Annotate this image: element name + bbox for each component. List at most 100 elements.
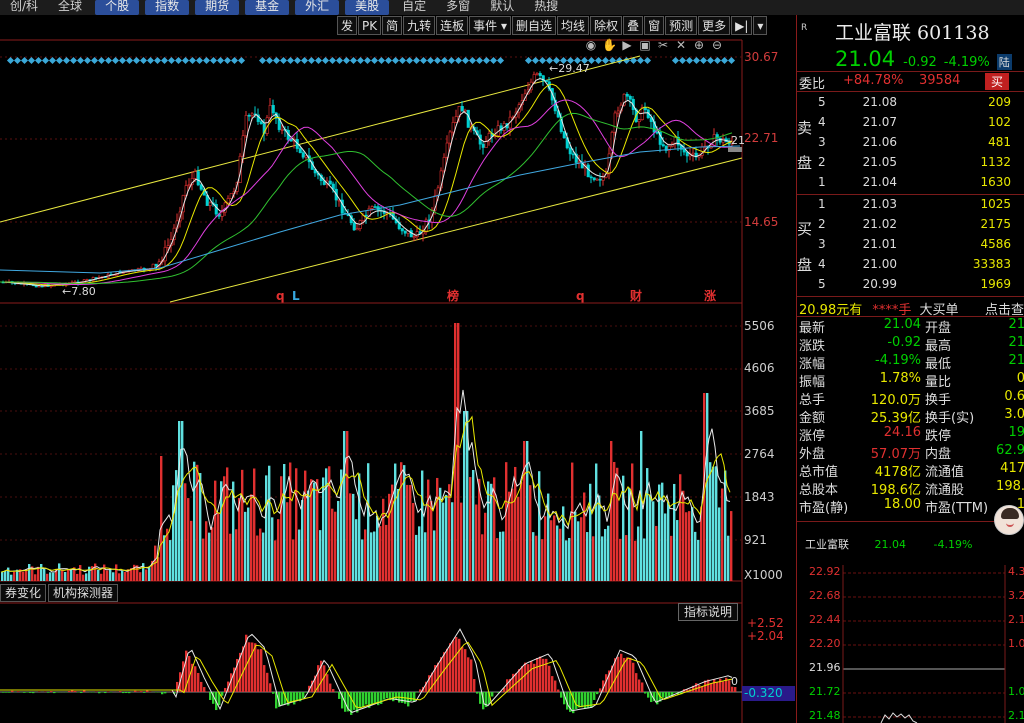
macd-histogram-bar xyxy=(551,676,554,692)
toolbar-button-2[interactable]: 简 xyxy=(382,16,403,35)
zoom-out-icon[interactable]: ⊖ xyxy=(710,38,724,52)
candle-body xyxy=(208,202,212,206)
toolbar-button-13[interactable]: ▶| xyxy=(731,16,753,35)
mini-price-label: 22.20 xyxy=(809,637,841,650)
macd-histogram-bar xyxy=(632,662,635,692)
candle-body xyxy=(592,177,596,181)
bid-volume: 2175 xyxy=(980,217,1011,231)
ask-volume: 102 xyxy=(988,115,1011,129)
bid-price: 20.99 xyxy=(862,277,897,291)
ask-level-row[interactable]: 3 21.06 481 xyxy=(797,135,1024,153)
volume-bar xyxy=(187,498,190,581)
signal-diamond xyxy=(524,56,533,65)
stat-value: 3.0 xyxy=(1004,407,1024,422)
macd-histogram-bar xyxy=(539,656,542,692)
volume-bar xyxy=(70,568,73,581)
event-marker[interactable]: 榜 xyxy=(447,288,459,303)
volume-bar xyxy=(553,515,556,581)
ask-level: 1 xyxy=(818,175,826,189)
volume-bar xyxy=(112,572,115,581)
volume-bar xyxy=(49,572,52,581)
signal-diamond xyxy=(363,56,372,65)
event-marker[interactable]: 涨 xyxy=(704,288,716,303)
candle-body xyxy=(352,222,356,231)
toolbar-button-11[interactable]: 预测 xyxy=(665,16,698,35)
event-marker[interactable]: q xyxy=(276,289,285,303)
stat-row: 外盘 57.07万 内盘 62.9 xyxy=(799,443,1024,462)
volume-bar xyxy=(568,537,571,581)
subchart-tab-1[interactable]: 机构探测器 xyxy=(48,584,119,602)
volume-bar xyxy=(583,492,586,581)
play-circle-icon[interactable]: ▶ xyxy=(620,38,634,52)
bid-level-row[interactable]: 5 20.99 1969 xyxy=(797,277,1024,295)
hand-icon[interactable]: ✋ xyxy=(602,38,617,52)
toolbar-button-6[interactable]: 删自选 xyxy=(512,16,557,35)
toolbar-button-0[interactable]: 发 xyxy=(337,16,358,35)
signal-diamond xyxy=(258,56,267,65)
signal-diamond xyxy=(412,56,421,65)
ask-level-row[interactable]: 1 21.04 1630 xyxy=(797,175,1024,193)
buy-button[interactable]: 买 xyxy=(985,73,1010,90)
toolbar-button-8[interactable]: 除权 xyxy=(590,16,623,35)
mini-pct-label: 1.0 xyxy=(1008,685,1024,698)
stat-label: 最高 xyxy=(925,339,952,354)
macd-histogram-bar xyxy=(104,692,107,694)
signal-diamond xyxy=(104,56,113,65)
volume-bar xyxy=(277,519,280,581)
zoom-in-icon[interactable]: ⊕ xyxy=(692,38,706,52)
toolbar-button-4[interactable]: 连板 xyxy=(436,16,469,35)
ask-level-row[interactable]: 5 21.08 209 xyxy=(797,95,1024,113)
bid-level-row[interactable]: 4 21.00 33383 xyxy=(797,257,1024,275)
event-marker[interactable]: 财 xyxy=(629,288,642,303)
toolbar-button-5[interactable]: 事件 ▾ xyxy=(469,16,512,35)
volume-bar xyxy=(625,535,628,581)
toolbar-button-9[interactable]: 叠 xyxy=(623,16,644,35)
volume-bar xyxy=(118,573,121,581)
macd-histogram-bar xyxy=(383,692,386,700)
cross-icon[interactable]: ✕ xyxy=(674,38,688,52)
macd-histogram-bar xyxy=(719,678,722,692)
toolbar-button-10[interactable]: 窗 xyxy=(644,16,665,35)
signal-diamond xyxy=(223,56,232,65)
volume-bar xyxy=(385,524,388,581)
volume-bar xyxy=(529,485,532,581)
assistant-avatar[interactable] xyxy=(994,505,1024,535)
volume-bar xyxy=(139,572,142,581)
volume-bar xyxy=(589,483,592,581)
ask-level-row[interactable]: 4 21.07 102 xyxy=(797,115,1024,133)
candle-body xyxy=(589,176,593,179)
toolbar-button-7[interactable]: 均线 xyxy=(557,16,590,35)
volume-bar xyxy=(274,540,277,581)
volume-bar xyxy=(265,475,268,581)
bid-level-row[interactable]: 2 21.02 2175 xyxy=(797,217,1024,235)
ask-level-row[interactable]: 2 21.05 1132 xyxy=(797,155,1024,173)
event-marker[interactable]: q xyxy=(576,289,585,303)
image-icon[interactable]: ▣ xyxy=(638,38,652,52)
volume-bar xyxy=(418,526,421,581)
eye-icon[interactable]: ◉ xyxy=(584,38,598,52)
candle-body xyxy=(463,109,467,112)
subchart-tab-0[interactable]: 券变化 xyxy=(0,584,47,602)
kline-svg[interactable]: ←29.47←7.8021q L 榜 q 财涨 xyxy=(0,0,795,723)
toolbar-button-3[interactable]: 九转 xyxy=(403,16,436,35)
volume-bar xyxy=(52,572,55,581)
chart-area[interactable]: ←29.47 ←7.80 21 q L 榜 q 财涨 30.67 22.71 14.65 55… xyxy=(0,0,795,723)
ask-level: 3 xyxy=(818,135,826,149)
bid-level-row[interactable]: 1 21.03 1025 xyxy=(797,197,1024,215)
volume-axis-label: 4606 xyxy=(744,361,775,375)
bid-level-row[interactable]: 3 21.01 4586 xyxy=(797,237,1024,255)
indicator-help-button[interactable]: 指标说明 xyxy=(678,603,739,621)
volume-bar xyxy=(448,484,451,581)
macd-histogram-bar xyxy=(452,640,455,692)
volume-bar xyxy=(22,571,25,581)
toolbar-button-12[interactable]: 更多 xyxy=(698,16,731,35)
toolbar-button-1[interactable]: PK xyxy=(358,16,382,35)
macd-histogram-bar xyxy=(407,692,410,707)
candle-body xyxy=(586,164,590,178)
ask-price: 21.06 xyxy=(862,135,897,149)
ask-level: 5 xyxy=(818,95,826,109)
scissors-icon[interactable]: ✂ xyxy=(656,38,670,52)
macd-histogram-bar xyxy=(200,681,203,692)
toolbar-button-14[interactable]: ▾ xyxy=(753,16,768,35)
event-marker[interactable]: L xyxy=(292,289,300,303)
